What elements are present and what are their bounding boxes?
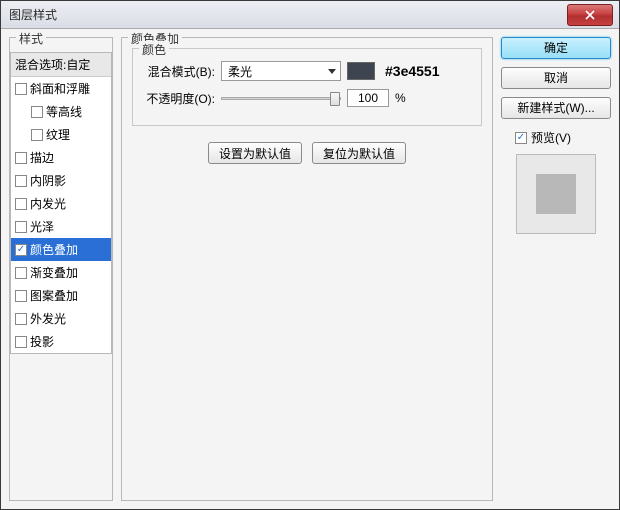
- style-item[interactable]: 颜色叠加: [11, 238, 111, 261]
- style-checkbox[interactable]: [31, 106, 43, 118]
- color-swatch[interactable]: [347, 62, 375, 80]
- style-item[interactable]: 斜面和浮雕: [11, 77, 111, 100]
- style-checkbox[interactable]: [15, 198, 27, 210]
- style-item-label: 投影: [30, 333, 54, 350]
- style-checkbox[interactable]: [15, 336, 27, 348]
- style-item-label: 内阴影: [30, 172, 66, 189]
- chevron-down-icon: [328, 69, 336, 74]
- color-overlay-group: 颜色叠加 颜色 混合模式(B): 柔光 #3e4551 不透明度(O):: [121, 37, 493, 501]
- new-style-button[interactable]: 新建样式(W)...: [501, 97, 611, 119]
- preview-checkbox-row[interactable]: 预览(V): [501, 129, 611, 146]
- style-list: 混合选项:自定斜面和浮雕等高线纹理描边内阴影内发光光泽颜色叠加渐变叠加图案叠加外…: [10, 52, 112, 354]
- style-checkbox[interactable]: [15, 221, 27, 233]
- style-item-label: 图案叠加: [30, 287, 78, 304]
- slider-thumb[interactable]: [330, 92, 340, 106]
- reset-default-button[interactable]: 复位为默认值: [312, 142, 406, 164]
- style-checkbox[interactable]: [31, 129, 43, 141]
- default-buttons-row: 设置为默认值 复位为默认值: [132, 142, 482, 164]
- style-item[interactable]: 描边: [11, 146, 111, 169]
- titlebar: 图层样式: [1, 1, 619, 29]
- sub-title: 颜色: [139, 41, 169, 58]
- style-item[interactable]: 渐变叠加: [11, 261, 111, 284]
- set-default-button[interactable]: 设置为默认值: [208, 142, 302, 164]
- style-checkbox[interactable]: [15, 83, 27, 95]
- style-checkbox[interactable]: [15, 244, 27, 256]
- style-item[interactable]: 图案叠加: [11, 284, 111, 307]
- preview-box: [516, 154, 596, 234]
- blend-mode-row: 混合模式(B): 柔光 #3e4551: [143, 61, 471, 81]
- styles-group: 样式 混合选项:自定斜面和浮雕等高线纹理描边内阴影内发光光泽颜色叠加渐变叠加图案…: [9, 37, 113, 501]
- opacity-unit: %: [395, 91, 406, 105]
- opacity-row: 不透明度(O): 100 %: [143, 89, 471, 107]
- style-item-label: 等高线: [46, 103, 82, 120]
- style-checkbox[interactable]: [15, 313, 27, 325]
- style-item-label: 斜面和浮雕: [30, 80, 90, 97]
- style-checkbox[interactable]: [15, 267, 27, 279]
- opacity-slider[interactable]: [221, 97, 341, 100]
- color-hex: #3e4551: [385, 63, 440, 79]
- style-item-label: 纹理: [46, 126, 70, 143]
- style-item[interactable]: 光泽: [11, 215, 111, 238]
- styles-header: 样式: [16, 30, 46, 47]
- style-item-label: 渐变叠加: [30, 264, 78, 281]
- color-subgroup: 颜色 混合模式(B): 柔光 #3e4551 不透明度(O):: [132, 48, 482, 126]
- ok-button[interactable]: 确定: [501, 37, 611, 59]
- style-item[interactable]: 外发光: [11, 307, 111, 330]
- style-item-label: 颜色叠加: [30, 241, 78, 258]
- layer-style-dialog: 图层样式 样式 混合选项:自定斜面和浮雕等高线纹理描边内阴影内发光光泽颜色叠加渐…: [0, 0, 620, 510]
- style-item[interactable]: 投影: [11, 330, 111, 353]
- close-button[interactable]: [567, 4, 613, 26]
- close-icon: [585, 10, 595, 20]
- style-item[interactable]: 等高线: [11, 100, 111, 123]
- style-item-label: 内发光: [30, 195, 66, 212]
- style-checkbox[interactable]: [15, 290, 27, 302]
- style-item[interactable]: 内发光: [11, 192, 111, 215]
- blend-mode-value: 柔光: [228, 63, 252, 80]
- center-panel: 颜色叠加 颜色 混合模式(B): 柔光 #3e4551 不透明度(O):: [121, 37, 493, 501]
- blend-options-item[interactable]: 混合选项:自定: [11, 53, 111, 77]
- style-item[interactable]: 内阴影: [11, 169, 111, 192]
- dialog-content: 样式 混合选项:自定斜面和浮雕等高线纹理描边内阴影内发光光泽颜色叠加渐变叠加图案…: [1, 29, 619, 509]
- blend-mode-label: 混合模式(B):: [143, 63, 215, 80]
- left-panel: 样式 混合选项:自定斜面和浮雕等高线纹理描边内阴影内发光光泽颜色叠加渐变叠加图案…: [9, 37, 113, 501]
- style-item-label: 光泽: [30, 218, 54, 235]
- cancel-button[interactable]: 取消: [501, 67, 611, 89]
- right-panel: 确定 取消 新建样式(W)... 预览(V): [501, 37, 611, 501]
- preview-checkbox[interactable]: [515, 132, 527, 144]
- opacity-input[interactable]: 100: [347, 89, 389, 107]
- preview-label: 预览(V): [531, 129, 571, 146]
- style-checkbox[interactable]: [15, 152, 27, 164]
- style-item-label: 描边: [30, 149, 54, 166]
- style-checkbox[interactable]: [15, 175, 27, 187]
- style-item[interactable]: 纹理: [11, 123, 111, 146]
- opacity-label: 不透明度(O):: [143, 90, 215, 107]
- preview-swatch: [536, 174, 576, 214]
- style-item-label: 外发光: [30, 310, 66, 327]
- blend-mode-select[interactable]: 柔光: [221, 61, 341, 81]
- window-title: 图层样式: [1, 6, 57, 23]
